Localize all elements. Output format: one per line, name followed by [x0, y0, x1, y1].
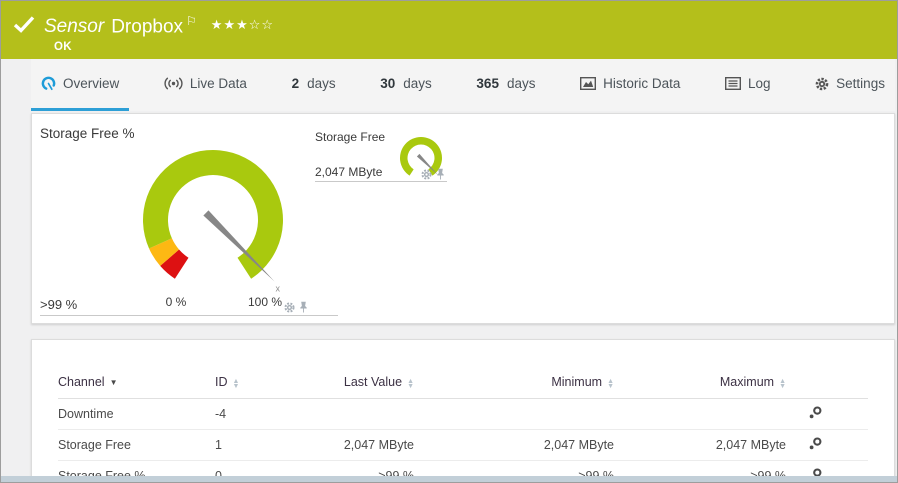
- channel-id: 1: [215, 430, 295, 461]
- area-chart-icon: [580, 77, 596, 90]
- overview-panel: Storage Free % x >99 % 0 % 100 % Storage…: [31, 113, 895, 324]
- tab-unit: days: [507, 76, 536, 91]
- widget-pin-icon[interactable]: [436, 168, 445, 180]
- column-header-last-value[interactable]: Last Value▲▼: [295, 370, 414, 399]
- channel-id: -4: [215, 399, 295, 430]
- object-kind-label: Sensor: [44, 16, 104, 37]
- gauge-chart-storage-free-pct: x: [113, 120, 313, 320]
- column-header-channel[interactable]: Channel▼: [58, 370, 215, 399]
- priority-stars[interactable]: ★★★☆☆: [211, 17, 274, 32]
- status-badge: OK: [54, 41, 274, 53]
- gauge-title: Storage Free: [315, 130, 385, 144]
- table-header-row: Channel▼ ID▲▼ Last Value▲▼ Minimum▲▼ Max…: [58, 370, 868, 399]
- tab-number: 365: [476, 76, 499, 91]
- gear-icon: [815, 77, 829, 91]
- gauge-max-label: 100 %: [243, 295, 287, 309]
- tab-365-days[interactable]: 365 days: [466, 59, 545, 111]
- svg-text:x: x: [276, 284, 281, 294]
- prtg-sensor-page: Sensor Dropbox⚐ ★★★☆☆ OK Overview Live Dat…: [0, 0, 898, 483]
- column-header-id[interactable]: ID▲▼: [215, 370, 295, 399]
- column-header-minimum[interactable]: Minimum▲▼: [414, 370, 614, 399]
- tab-overview[interactable]: Overview: [31, 59, 129, 111]
- channel-name: Downtime: [58, 399, 215, 430]
- tab-number: 2: [292, 76, 300, 91]
- tab-label: Log: [748, 76, 771, 91]
- sensor-name: Dropbox: [111, 16, 183, 37]
- tab-label: Settings: [836, 76, 885, 91]
- tab-historic-data[interactable]: Historic Data: [570, 59, 690, 111]
- channel-last-value: 2,047 MByte: [295, 430, 414, 461]
- tab-label: Overview: [63, 76, 119, 91]
- bottom-edge-strip: [1, 476, 897, 482]
- table-row-storage-free: Storage Free 1 2,047 MByte 2,047 MByte 2…: [58, 430, 868, 461]
- widget-gear-icon[interactable]: [284, 302, 295, 313]
- channels-table: Channel▼ ID▲▼ Last Value▲▼ Minimum▲▼ Max…: [58, 370, 868, 483]
- tab-bar: Overview Live Data 2days 30days 365days …: [31, 59, 895, 111]
- widget-pin-icon[interactable]: [299, 301, 308, 313]
- channel-name: Storage Free: [58, 430, 215, 461]
- tab-unit: days: [403, 76, 432, 91]
- sensor-header: Sensor Dropbox⚐ ★★★☆☆ OK: [1, 1, 897, 59]
- tab-unit: days: [307, 76, 336, 91]
- channel-maximum: [614, 399, 786, 430]
- sort-desc-icon: ▼: [110, 378, 118, 387]
- tab-30-days[interactable]: 30 days: [370, 59, 442, 111]
- widget-gear-icon[interactable]: [421, 169, 432, 180]
- sort-icon: ▲▼: [233, 379, 240, 389]
- gauge-icon: [41, 76, 56, 91]
- status-ok-check-icon: [13, 15, 35, 38]
- column-header-maximum[interactable]: Maximum▲▼: [614, 370, 786, 399]
- tab-2-days[interactable]: 2 days: [282, 59, 346, 111]
- channel-minimum: 2,047 MByte: [414, 430, 614, 461]
- gauge-current-value: >99 %: [40, 297, 77, 312]
- gauge-widget-storage-free-pct[interactable]: Storage Free % x >99 % 0 % 100 %: [40, 124, 338, 316]
- channels-panel: Channel▼ ID▲▼ Last Value▲▼ Minimum▲▼ Max…: [31, 339, 895, 478]
- channel-settings-icon[interactable]: [808, 409, 823, 423]
- tab-live-data[interactable]: Live Data: [154, 59, 257, 111]
- channel-minimum: [414, 399, 614, 430]
- sort-icon: ▲▼: [779, 379, 786, 389]
- tab-label: Live Data: [190, 76, 247, 91]
- log-list-icon: [725, 77, 741, 90]
- sort-icon: ▲▼: [407, 379, 414, 389]
- channel-last-value: [295, 399, 414, 430]
- gauge-widget-storage-free[interactable]: Storage Free 2,047 MByte: [315, 128, 447, 182]
- tab-label: Historic Data: [603, 76, 680, 91]
- page-title: Sensor Dropbox⚐ ★★★☆☆: [44, 10, 274, 38]
- sort-icon: ▲▼: [607, 379, 614, 389]
- gauge-current-value: 2,047 MByte: [315, 165, 382, 179]
- channel-maximum: 2,047 MByte: [614, 430, 786, 461]
- gauge-min-label: 0 %: [158, 295, 194, 309]
- tab-log[interactable]: Log: [715, 59, 781, 111]
- tab-number: 30: [380, 76, 395, 91]
- flag-icon[interactable]: ⚐: [186, 14, 197, 28]
- table-row-downtime: Downtime -4: [58, 399, 868, 430]
- channel-settings-icon[interactable]: [808, 440, 823, 454]
- broadcast-icon: [164, 77, 183, 90]
- tab-settings[interactable]: Settings: [805, 59, 895, 111]
